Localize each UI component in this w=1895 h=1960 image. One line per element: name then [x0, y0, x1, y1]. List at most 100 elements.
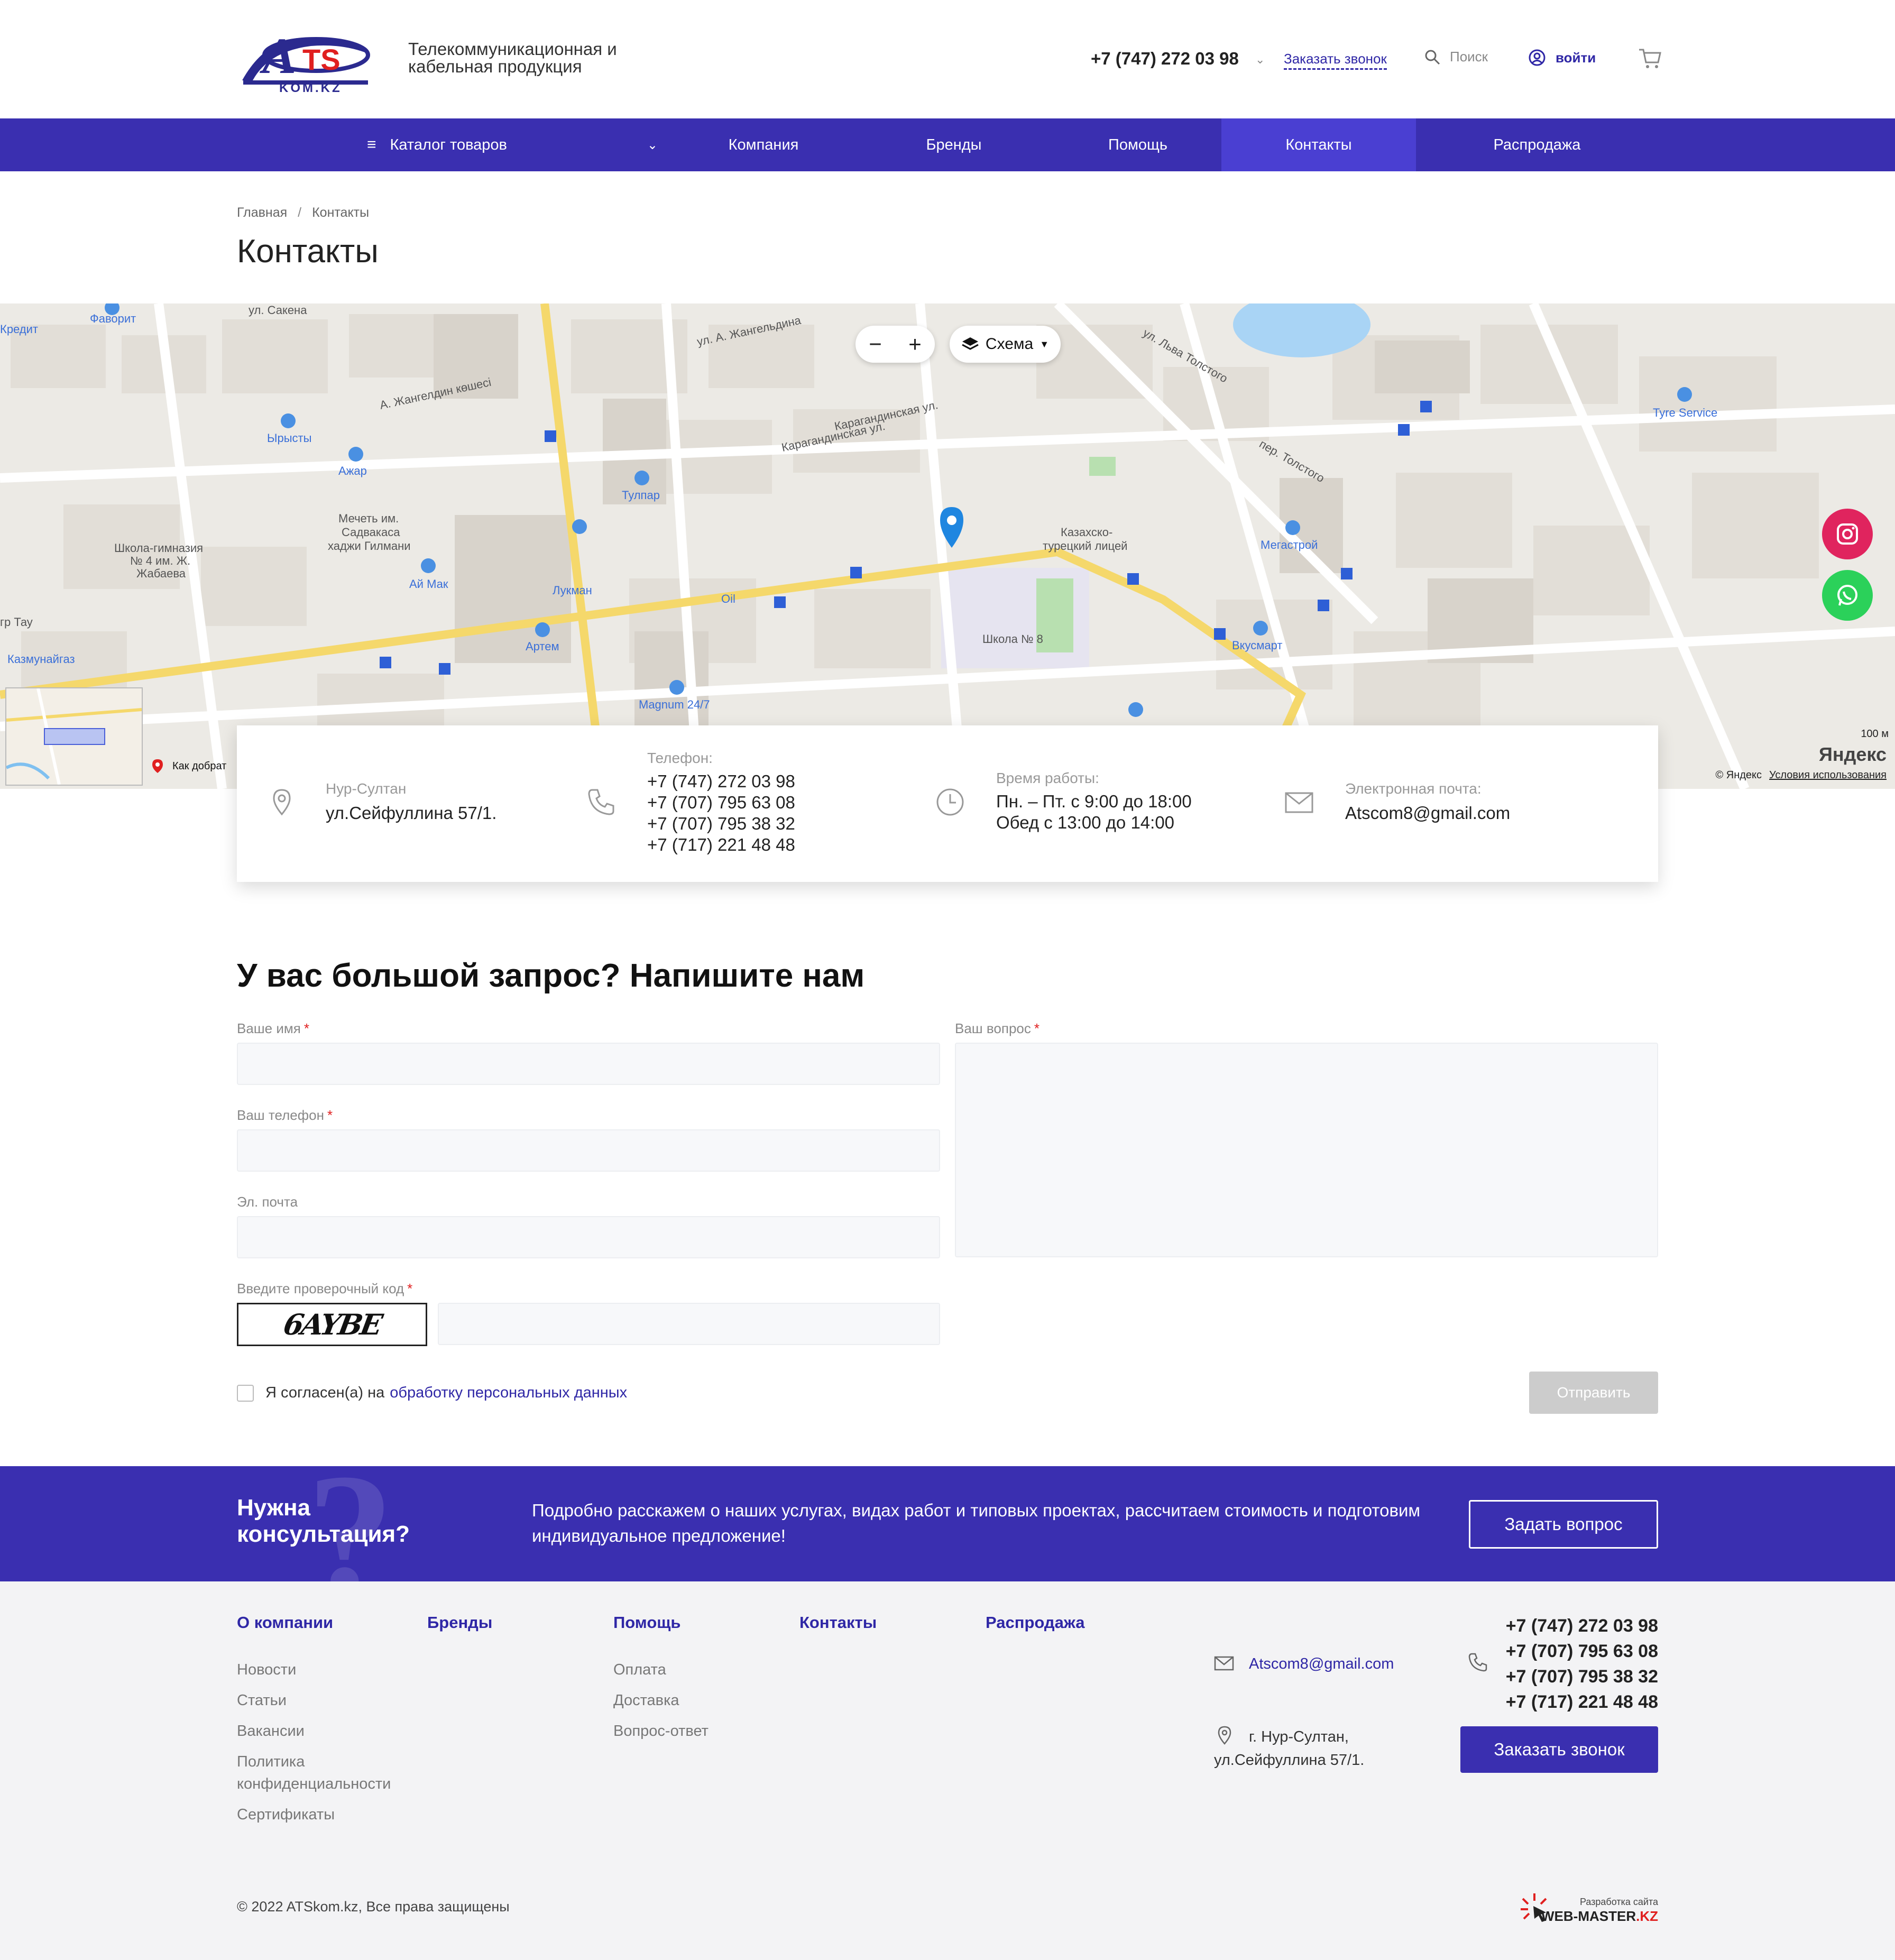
phone-4[interactable]: +7 (717) 221 48 48: [647, 834, 795, 855]
footer-sale-title[interactable]: Распродажа: [986, 1613, 1084, 1632]
svg-text:Фаворит: Фаворит: [90, 312, 136, 325]
footer-address: г. Нур-Султан, ул.Сейфуллина 57/1.: [1214, 1725, 1364, 1772]
svg-text:Казахско-: Казахско-: [1061, 526, 1112, 539]
yandex-logo[interactable]: Яндекс: [1819, 743, 1887, 766]
map-canvas[interactable]: ул. Сакена Фаворит Кредит Ажар Ырыcты Ме…: [0, 303, 1895, 789]
search-icon: [1425, 50, 1440, 65]
footer-phone-1[interactable]: +7 (747) 272 03 98: [1500, 1613, 1658, 1639]
footer-brands-title[interactable]: Бренды: [427, 1613, 492, 1632]
breadcrumb-sep: /: [298, 205, 302, 220]
phone-icon: [1468, 1653, 1487, 1672]
footer-phone-3[interactable]: +7 (707) 795 38 32: [1500, 1664, 1658, 1689]
nav-help[interactable]: Помощь: [1054, 118, 1221, 171]
map-type-button[interactable]: Схема ▼: [950, 326, 1061, 363]
name-label-text: Ваше имя: [237, 1020, 301, 1036]
consent-checkbox[interactable]: [237, 1384, 254, 1402]
svg-text:гр Тау: гр Тау: [0, 615, 33, 629]
phone-input[interactable]: [237, 1129, 940, 1172]
captcha-label-text: Введите проверочный код: [237, 1281, 404, 1296]
footer-help-title[interactable]: Помощь: [613, 1613, 680, 1632]
footer-contacts-title[interactable]: Контакты: [799, 1613, 877, 1632]
footer-phone-4[interactable]: +7 (717) 221 48 48: [1500, 1689, 1658, 1715]
svg-text:Вкусмарт: Вкусмарт: [1232, 639, 1283, 652]
nav-company[interactable]: Компания: [674, 118, 853, 171]
route-hint[interactable]: Как добрат: [151, 758, 226, 774]
footer-about-title[interactable]: О компании: [237, 1613, 333, 1632]
company-logo[interactable]: A TS KOM.KZ: [237, 22, 374, 94]
email-value[interactable]: Atscom8@gmail.com: [1345, 803, 1510, 824]
contact-hours: Время работы: Пн. – Пт. с 9:00 до 18:00 …: [935, 725, 1284, 882]
footer-link-news[interactable]: Новости: [237, 1659, 296, 1681]
instagram-button[interactable]: [1822, 509, 1873, 559]
nav-catalog-label: Каталог товаров: [390, 136, 507, 153]
submit-button[interactable]: Отправить: [1529, 1372, 1658, 1414]
captcha-input[interactable]: [438, 1303, 940, 1345]
svg-text:Артем: Артем: [526, 640, 559, 653]
captcha-image: 6AYBE: [237, 1303, 427, 1346]
footer-link-faq[interactable]: Вопрос-ответ: [613, 1720, 709, 1742]
nav-sale[interactable]: Распродажа: [1416, 118, 1658, 171]
name-input[interactable]: [237, 1043, 940, 1085]
site-header: A TS KOM.KZ Телекоммуникационная и кабел…: [0, 0, 1895, 118]
footer-link-articles[interactable]: Статьи: [237, 1689, 287, 1711]
phone-2[interactable]: +7 (707) 795 63 08: [647, 792, 795, 813]
consult-title: Нужна консультация?: [237, 1495, 410, 1547]
breadcrumb-home[interactable]: Главная: [237, 205, 287, 220]
footer-link-certificates[interactable]: Сертификаты: [237, 1803, 335, 1826]
footer-callback-button[interactable]: Заказать звонок: [1460, 1726, 1658, 1773]
menu-icon: ≡: [367, 136, 376, 153]
svg-text:Ырыcты: Ырыcты: [267, 431, 311, 445]
copyright: © 2022 ATSkom.kz, Все права защищены: [237, 1899, 510, 1915]
header-phone[interactable]: +7 (747) 272 03 98: [1091, 49, 1239, 69]
phone-field-label: Ваш телефон *: [237, 1107, 333, 1124]
login-button[interactable]: войти: [1528, 49, 1596, 67]
page-title: Контакты: [237, 233, 379, 270]
footer-link-vacancies[interactable]: Вакансии: [237, 1720, 305, 1742]
footer-link-privacy[interactable]: Политика конфиденциальности: [237, 1751, 427, 1795]
map-terms-link[interactable]: Условия использования: [1769, 769, 1887, 781]
hours-line-2: Обед с 13:00 до 14:00: [996, 813, 1175, 832]
developer-credit[interactable]: Разработка сайта WEB-MASTER.KZ: [1519, 1891, 1658, 1928]
contact-email: Электронная почта: Atscom8@gmail.com: [1284, 725, 1658, 882]
question-textarea[interactable]: [955, 1043, 1658, 1257]
cart-icon[interactable]: [1638, 47, 1661, 70]
svg-text:№ 4 им. Ж.: № 4 им. Ж.: [130, 554, 190, 567]
callback-link[interactable]: Заказать звонок: [1284, 51, 1387, 70]
nav-contacts[interactable]: Контакты: [1221, 118, 1416, 171]
phone-3[interactable]: +7 (707) 795 38 32: [647, 813, 795, 834]
ask-question-button[interactable]: Задать вопрос: [1469, 1500, 1658, 1549]
consent-link[interactable]: обработку персональных данных: [390, 1384, 627, 1401]
site-footer: О компании Новости Статьи Вакансии Полит…: [0, 1581, 1895, 1960]
zoom-in-button[interactable]: +: [895, 326, 935, 363]
nav-brands[interactable]: Бренды: [853, 118, 1054, 171]
footer-email[interactable]: Atscom8@gmail.com: [1249, 1655, 1394, 1673]
required-mark: *: [407, 1281, 413, 1296]
route-pin-icon: [152, 759, 163, 773]
developer-name-main: WEB-MASTER: [1541, 1908, 1636, 1924]
minimap[interactable]: [5, 687, 143, 786]
email-input[interactable]: [237, 1216, 940, 1258]
nav-catalog[interactable]: ≡ Каталог товаров ⌄: [237, 118, 674, 171]
svg-text:Лукман: Лукман: [553, 584, 592, 597]
contact-address-value: ул.Сейфуллина 57/1.: [326, 803, 497, 823]
svg-text:Кредит: Кредит: [0, 323, 38, 336]
svg-text:Казмунайгаз: Казмунайгаз: [7, 652, 75, 666]
consent-text: Я согласен(а) на обработку персональных д…: [265, 1384, 627, 1402]
question-label-text: Ваш вопрос: [955, 1020, 1031, 1036]
required-mark: *: [1034, 1020, 1040, 1036]
tagline-line-2: кабельная продукция: [408, 57, 582, 76]
location-map[interactable]: ул. Сакена Фаворит Кредит Ажар Ырыcты Ме…: [0, 303, 1895, 789]
map-copyright-text: © Яндекс: [1715, 769, 1762, 781]
chevron-down-icon[interactable]: ⌄: [1255, 53, 1265, 67]
contact-city: Нур-Султан: [326, 780, 407, 797]
footer-link-payment[interactable]: Оплата: [613, 1659, 666, 1681]
phone-1[interactable]: +7 (747) 272 03 98: [647, 771, 795, 792]
svg-text:Ажар: Ажар: [338, 464, 367, 477]
phone-list: +7 (747) 272 03 98 +7 (707) 795 63 08 +7…: [647, 771, 795, 855]
question-label: Ваш вопрос *: [955, 1020, 1040, 1037]
footer-phone-2[interactable]: +7 (707) 795 63 08: [1500, 1639, 1658, 1664]
zoom-out-button[interactable]: −: [855, 326, 895, 363]
whatsapp-button[interactable]: [1822, 570, 1873, 621]
search-button[interactable]: Поиск: [1424, 49, 1488, 65]
footer-link-delivery[interactable]: Доставка: [613, 1689, 679, 1711]
